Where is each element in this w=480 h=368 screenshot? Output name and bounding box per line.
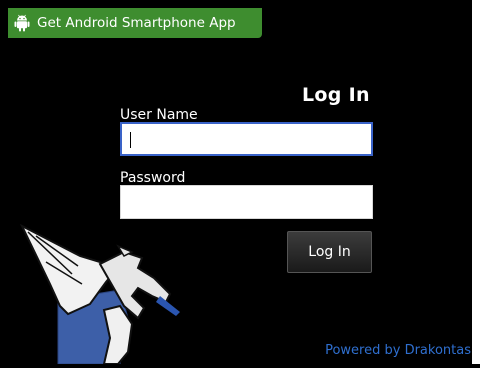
powered-by-link[interactable]: Powered by Drakontas [325,343,471,358]
password-input[interactable] [120,185,373,219]
login-title: Log In [302,84,370,106]
android-app-banner[interactable]: Get Android Smartphone App [8,8,262,38]
password-label: Password [120,170,186,186]
android-banner-label: Get Android Smartphone App [37,15,236,31]
right-edge-strip [472,0,480,364]
text-caret [130,132,131,148]
android-icon [14,14,30,32]
dragon-logo-icon [19,222,200,365]
login-button[interactable]: Log In [287,231,372,273]
username-label: User Name [120,107,198,123]
username-input[interactable] [120,122,373,156]
